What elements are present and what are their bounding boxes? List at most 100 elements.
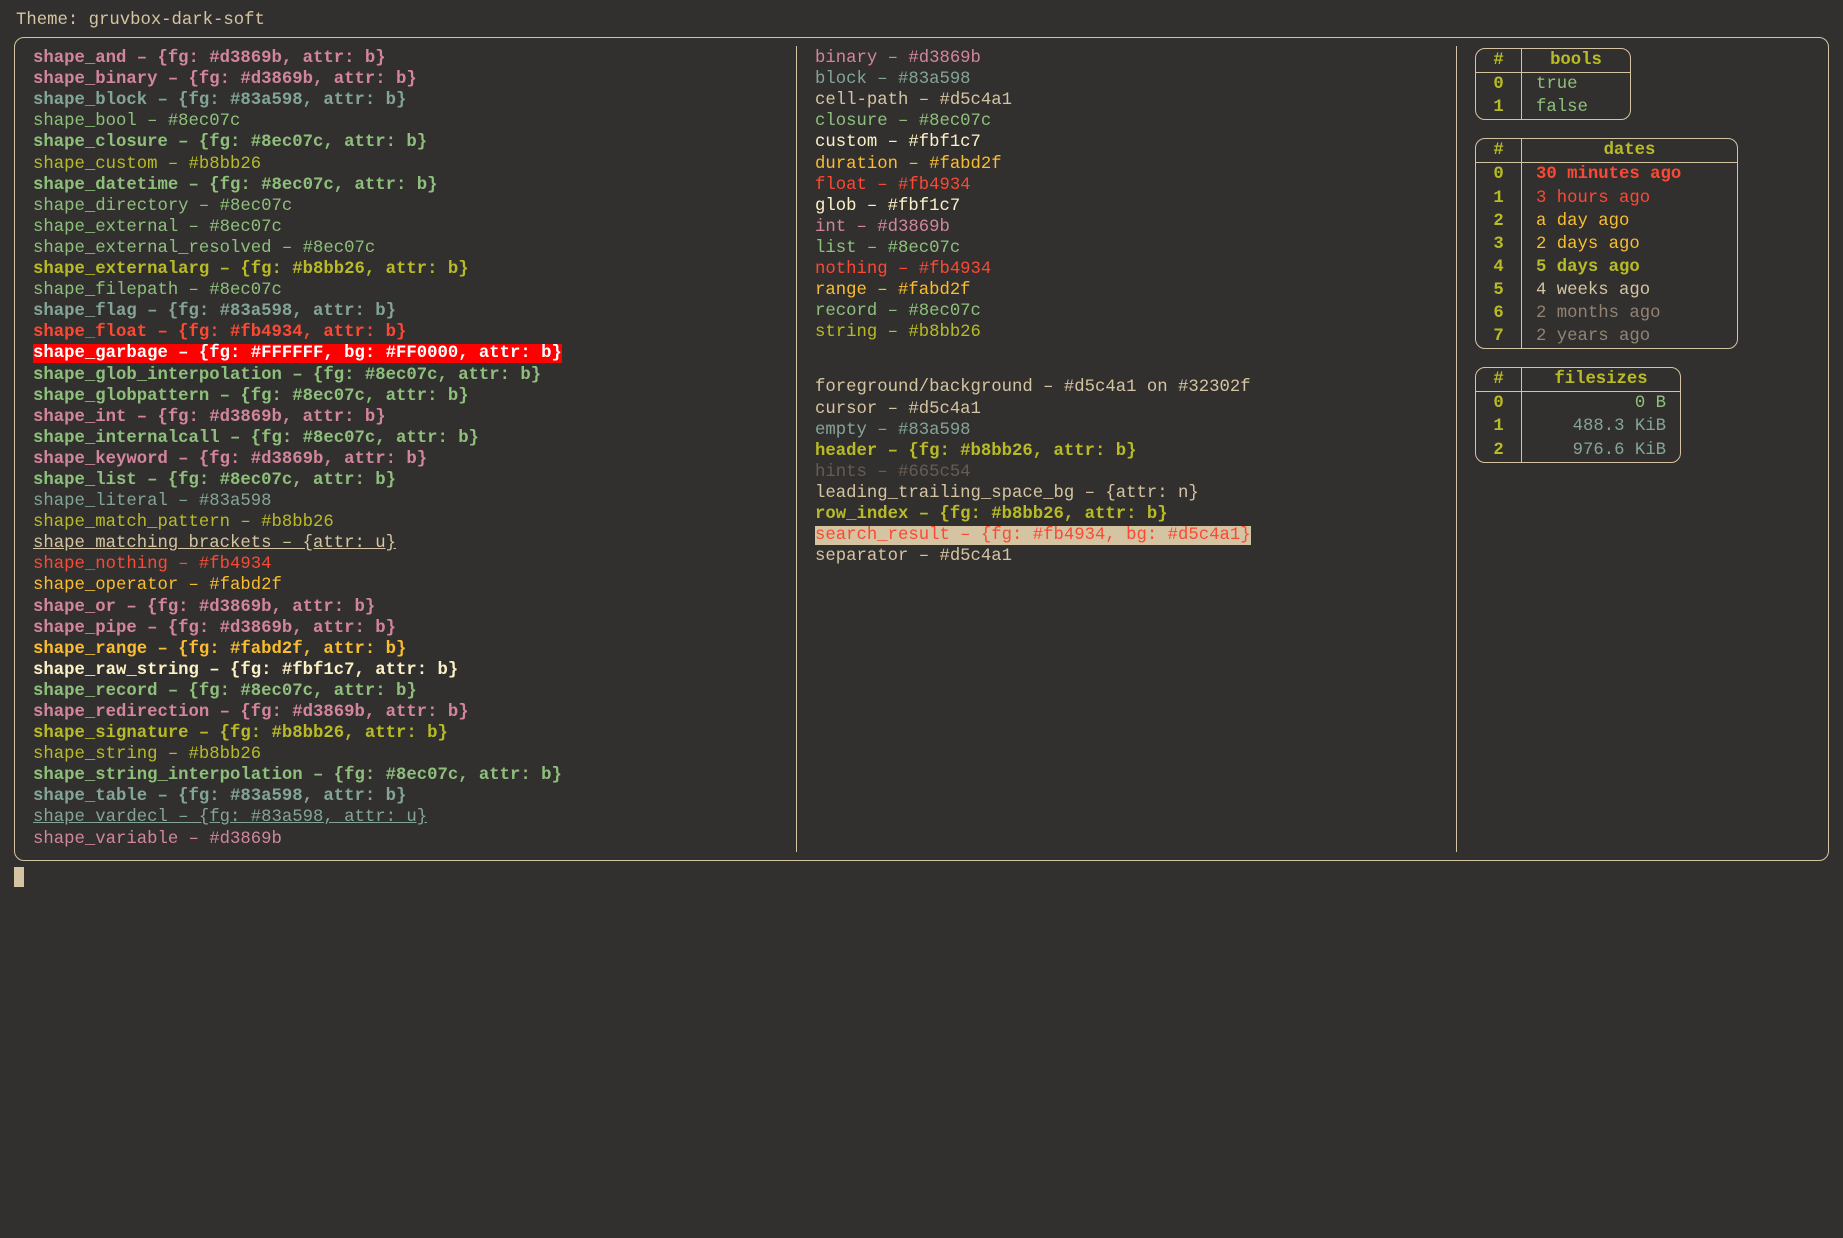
theme-entry: shape_raw_string – {fg: #fbf1c7, attr: b… [33,660,778,681]
theme-entry: shape_externalarg – {fg: #b8bb26, attr: … [33,259,778,280]
theme-title-prefix: Theme: [16,11,89,30]
theme-entry: shape_datetime – {fg: #8ec07c, attr: b} [33,175,778,196]
theme-entry-text: shape_nothing – #fb4934 [33,555,272,574]
theme-entry: shape_list – {fg: #8ec07c, attr: b} [33,470,778,491]
theme-entry: int – #d3869b [815,217,1438,238]
theme-entry-text: shape_range – {fg: #fabd2f, attr: b} [33,640,406,659]
theme-entry-text: shape_binary – {fg: #d3869b, attr: b} [33,70,417,89]
theme-entry: shape_external_resolved – #8ec07c [33,238,778,259]
row-index: 0 [1476,392,1522,415]
theme-entry-text: shape_external_resolved – #8ec07c [33,239,375,258]
theme-entry-text: shape_string – #b8bb26 [33,745,261,764]
theme-entry-text: shape_float – {fg: #fb4934, attr: b} [33,323,406,342]
theme-entry-text: duration – #fabd2f [815,155,1002,174]
table-row: 13 hours ago [1476,187,1737,210]
theme-entry: shape_binary – {fg: #d3869b, attr: b} [33,69,778,90]
row-value: 2 months ago [1522,302,1737,325]
theme-entry-text: shape_externalarg – {fg: #b8bb26, attr: … [33,260,469,279]
theme-entry-text: shape_match_pattern – #b8bb26 [33,513,334,532]
table-row: 1488.3 KiB [1476,415,1680,438]
theme-entry-text: shape_raw_string – {fg: #fbf1c7, attr: b… [33,661,458,680]
theme-entry-text: search_result – {fg: #fb4934, bg: #d5c4a… [815,526,1251,545]
row-index: 4 [1476,256,1522,279]
theme-entry-text: float – #fb4934 [815,176,971,195]
theme-entry-text: shape_block – {fg: #83a598, attr: b} [33,91,406,110]
theme-entry-text: separator – #d5c4a1 [815,547,1012,566]
theme-entry: custom – #fbf1c7 [815,132,1438,153]
row-value: 30 minutes ago [1522,163,1737,186]
theme-entry: block – #83a598 [815,69,1438,90]
theme-entry-text: empty – #83a598 [815,421,971,440]
theme-title-value: gruvbox-dark-soft [89,11,265,30]
row-value: 3 hours ago [1522,187,1737,210]
theme-entry-text: row_index – {fg: #b8bb26, attr: b} [815,505,1168,524]
theme-entry: shape_matching_brackets – {attr: u} [33,533,778,554]
theme-entry-text: hints – #665c54 [815,463,971,482]
row-value: 488.3 KiB [1522,415,1680,438]
table-row: 2a day ago [1476,210,1737,233]
theme-entry: empty – #83a598 [815,420,1438,441]
table-row: 72 years ago [1476,325,1737,348]
theme-entry-text: custom – #fbf1c7 [815,133,981,152]
theme-entry: shape_table – {fg: #83a598, attr: b} [33,786,778,807]
tables-column: #bools0true1false #dates030 minutes ago1… [1457,46,1828,852]
table-header-label: bools [1522,49,1630,72]
theme-entry-text: range – #fabd2f [815,281,971,300]
theme-entry: shape_pipe – {fg: #d3869b, attr: b} [33,618,778,639]
theme-entry: hints – #665c54 [815,462,1438,483]
bools-table: #bools0true1false [1475,48,1631,120]
theme-entry-text: cell-path – #d5c4a1 [815,91,1012,110]
theme-entry-text: shape_internalcall – {fg: #8ec07c, attr:… [33,429,479,448]
row-index: 2 [1476,210,1522,233]
theme-entry: shape_string_interpolation – {fg: #8ec07… [33,765,778,786]
theme-entry-text: shape_keyword – {fg: #d3869b, attr: b} [33,450,427,469]
theme-entry: shape_external – #8ec07c [33,217,778,238]
theme-entry: shape_and – {fg: #d3869b, attr: b} [33,48,778,69]
table-row: 32 days ago [1476,233,1737,256]
terminal-cursor [14,867,24,887]
theme-entry-text: shape_globpattern – {fg: #8ec07c, attr: … [33,387,469,406]
theme-entry-text: shape_pipe – {fg: #d3869b, attr: b} [33,619,396,638]
theme-entry-text: shape_string_interpolation – {fg: #8ec07… [33,766,562,785]
theme-entry-text: int – #d3869b [815,218,950,237]
table-header-label: dates [1522,139,1737,162]
theme-entry-text: shape_closure – {fg: #8ec07c, attr: b} [33,133,427,152]
theme-entry: shape_vardecl – {fg: #83a598, attr: u} [33,807,778,828]
theme-entry-text: header – {fg: #b8bb26, attr: b} [815,442,1136,461]
table-row: 1false [1476,96,1630,119]
table-row: 62 months ago [1476,302,1737,325]
theme-entry-text: shape_glob_interpolation – {fg: #8ec07c,… [33,366,541,385]
row-value: false [1522,96,1630,119]
row-index: 6 [1476,302,1522,325]
theme-entry: search_result – {fg: #fb4934, bg: #d5c4a… [815,525,1438,546]
table-header-index: # [1476,368,1522,391]
row-value: 2 years ago [1522,325,1737,348]
theme-entry: string – #b8bb26 [815,322,1438,343]
theme-entry-text: closure – #8ec07c [815,112,991,131]
theme-entry-text: shape_and – {fg: #d3869b, attr: b} [33,49,386,68]
theme-entry: closure – #8ec07c [815,111,1438,132]
row-index: 1 [1476,415,1522,438]
theme-entry: glob – #fbf1c7 [815,196,1438,217]
theme-entry: shape_variable – #d3869b [33,829,778,850]
theme-entry-text: shape_external – #8ec07c [33,218,282,237]
theme-entry: shape_operator – #fabd2f [33,575,778,596]
theme-entry: shape_literal – #83a598 [33,491,778,512]
theme-entry-text: block – #83a598 [815,70,971,89]
theme-entry: row_index – {fg: #b8bb26, attr: b} [815,504,1438,525]
table-row: 030 minutes ago [1476,163,1737,186]
theme-entry-text: shape_filepath – #8ec07c [33,281,282,300]
theme-entry-text: shape_table – {fg: #83a598, attr: b} [33,787,406,806]
theme-entry: cell-path – #d5c4a1 [815,90,1438,111]
misc-block: foreground/background – #d5c4a1 on #3230… [815,377,1438,567]
theme-entry: shape_record – {fg: #8ec07c, attr: b} [33,681,778,702]
theme-entry: shape_flag – {fg: #83a598, attr: b} [33,301,778,322]
theme-entry-text: glob – #fbf1c7 [815,197,960,216]
table-header: #dates [1476,139,1737,163]
theme-entry-text: shape_directory – #8ec07c [33,197,292,216]
theme-entry: shape_globpattern – {fg: #8ec07c, attr: … [33,386,778,407]
row-value: true [1522,73,1630,96]
theme-entry-text: shape_or – {fg: #d3869b, attr: b} [33,598,375,617]
theme-entry-text: shape_datetime – {fg: #8ec07c, attr: b} [33,176,437,195]
table-row: 00 B [1476,392,1680,415]
